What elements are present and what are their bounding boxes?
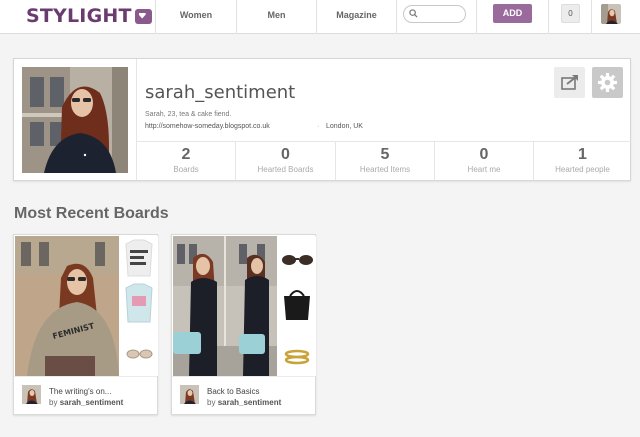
board-author-link[interactable]: sarah_sentiment — [60, 398, 124, 407]
share-button[interactable] — [554, 67, 585, 98]
profile-website-link[interactable]: http://somehow-someday.blogspot.co.uk — [145, 123, 270, 130]
avatar-photo — [180, 385, 199, 404]
board-title[interactable]: The writing's on... — [49, 387, 111, 396]
nav-divider — [591, 0, 592, 34]
stat-label: Hearted Items — [359, 165, 411, 174]
board-side-images — [120, 236, 158, 376]
stylight-logo[interactable]: STYLIGHT — [26, 4, 152, 28]
by-prefix: by — [49, 398, 58, 407]
settings-button[interactable] — [592, 67, 623, 98]
user-avatar[interactable] — [601, 4, 621, 24]
profile-location: London, UK — [326, 123, 363, 130]
board-footer: The writing's on... by sarah_sentiment — [14, 376, 157, 415]
search-input[interactable] — [419, 8, 463, 20]
board-author-avatar[interactable] — [180, 385, 199, 404]
share-arrow-icon — [561, 75, 578, 90]
gear-icon — [598, 73, 617, 92]
board-product-thumbnails — [278, 236, 316, 376]
stat-value: 5 — [380, 146, 390, 163]
nav-magazine[interactable]: Magazine — [317, 0, 396, 34]
board-main-image — [173, 236, 277, 376]
stat-boards[interactable]: 2 Boards — [137, 142, 235, 180]
stat-hearted-items[interactable]: 5 Hearted Items — [336, 142, 434, 180]
nav-divider — [548, 0, 549, 34]
board-main-image: FEMINIST — [15, 236, 119, 376]
board-author-link[interactable]: sarah_sentiment — [218, 398, 282, 407]
notification-counter[interactable]: 0 — [561, 4, 580, 23]
stat-value: 0 — [281, 146, 290, 163]
board-card[interactable]: FEMINIST The writing's on... by sarah_se… — [13, 234, 158, 415]
board-author-line: by sarah_sentiment — [207, 398, 281, 407]
add-button[interactable]: ADD — [493, 4, 532, 23]
board-author-line: by sarah_sentiment — [49, 398, 123, 407]
nav-divider — [476, 0, 477, 34]
profile-username: sarah_sentiment — [145, 82, 296, 103]
stat-label: Hearted people — [555, 165, 610, 174]
avatar-photo — [22, 385, 41, 404]
board-title[interactable]: Back to Basics — [207, 387, 259, 396]
board-side-images — [278, 236, 316, 376]
stat-hearted-people[interactable]: 1 Hearted people — [534, 142, 631, 180]
stat-label: Heart me — [467, 165, 501, 174]
nav-women[interactable]: Women — [156, 0, 236, 34]
logo-heart-icon — [134, 8, 152, 24]
stat-label: Hearted Boards — [257, 165, 314, 174]
avatar-photo — [601, 4, 621, 24]
profile-photo[interactable] — [22, 67, 128, 173]
profile-card: sarah_sentiment Sarah, 23, tea & cake fi… — [13, 58, 631, 181]
section-title: Most Recent Boards — [14, 205, 169, 222]
board-footer: Back to Basics by sarah_sentiment — [172, 376, 315, 415]
stat-value: 0 — [479, 146, 489, 163]
stat-heart-me[interactable]: 0 Heart me — [435, 142, 533, 180]
board-photo — [173, 236, 277, 376]
stat-value: 1 — [578, 146, 587, 163]
search-icon — [409, 9, 418, 18]
profile-image — [22, 67, 128, 173]
stat-hearted-boards[interactable]: 0 Hearted Boards — [236, 142, 335, 180]
board-card[interactable]: Back to Basics by sarah_sentiment — [171, 234, 316, 415]
by-prefix: by — [207, 398, 216, 407]
stat-label: Boards — [173, 165, 199, 174]
search-box[interactable] — [403, 5, 466, 23]
stat-value: 2 — [181, 146, 191, 163]
board-photo: FEMINIST — [15, 236, 119, 376]
profile-bio: Sarah, 23, tea & cake fiend. — [145, 111, 232, 118]
top-navigation-bar: STYLIGHT Women Men Magazine ADD 0 — [0, 0, 640, 34]
board-product-thumbnails — [120, 236, 158, 376]
brand-name: STYLIGHT — [26, 5, 132, 27]
info-separator: · — [317, 123, 320, 130]
nav-men[interactable]: Men — [237, 0, 316, 34]
nav-divider — [396, 0, 397, 34]
board-author-avatar[interactable] — [22, 385, 41, 404]
